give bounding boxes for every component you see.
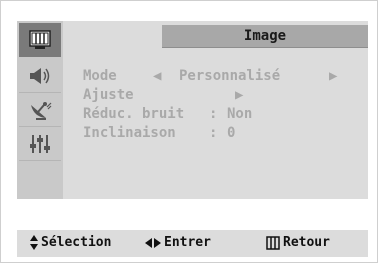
sidebar-item-picture[interactable] (19, 23, 61, 57)
status-bar: Sélection Entrer Retour (17, 230, 368, 257)
left-right-arrows-icon (145, 237, 161, 248)
sidebar-item-empty (19, 161, 61, 195)
sidebar-item-channel[interactable] (19, 93, 61, 127)
tilt-separator: : (209, 125, 218, 141)
menu-sidebar (17, 21, 63, 199)
menu-value-noise-reduction: Non (227, 106, 253, 122)
mode-left-arrow-icon[interactable]: ◀ (153, 67, 161, 86)
menu-label-adjust: Ajuste (83, 87, 134, 103)
status-return: Retour (266, 235, 330, 250)
status-enter-label: Entrer (164, 235, 211, 250)
noise-reduction-separator: : (209, 106, 218, 122)
menu-row-adjust[interactable]: Ajuste ▶ (83, 86, 243, 105)
satellite-dish-icon (31, 101, 52, 120)
speaker-icon (30, 67, 50, 84)
picture-icon (29, 30, 51, 49)
mode-right-arrow-icon[interactable]: ▶ (329, 67, 337, 86)
status-enter: Entrer (145, 235, 211, 250)
menu-label-mode: Mode (83, 68, 117, 84)
settings-sliders-icon (30, 134, 50, 153)
adjust-right-arrow-icon[interactable]: ▶ (235, 86, 243, 105)
menu-row-noise-reduction[interactable]: Réduc. bruit : Non (83, 105, 252, 124)
menu-label-tilt: Inclinaison (83, 125, 176, 141)
menu-title: Image (162, 25, 368, 48)
status-select: Sélection (30, 235, 111, 250)
menu-icon (266, 235, 280, 250)
up-down-arrows-icon (30, 235, 38, 250)
menu-label-noise-reduction: Réduc. bruit (83, 106, 185, 122)
menu-row-mode[interactable]: Mode ◀ Personnalisé ▶ (83, 67, 337, 86)
sidebar-item-setup[interactable] (19, 127, 61, 161)
menu-value-mode: Personnalisé (179, 68, 281, 84)
menu-value-tilt: 0 (227, 125, 236, 141)
status-return-label: Retour (283, 235, 330, 250)
menu-row-tilt[interactable]: Inclinaison : 0 (83, 124, 235, 143)
sidebar-item-sound[interactable] (19, 59, 61, 93)
status-select-label: Sélection (41, 235, 112, 250)
